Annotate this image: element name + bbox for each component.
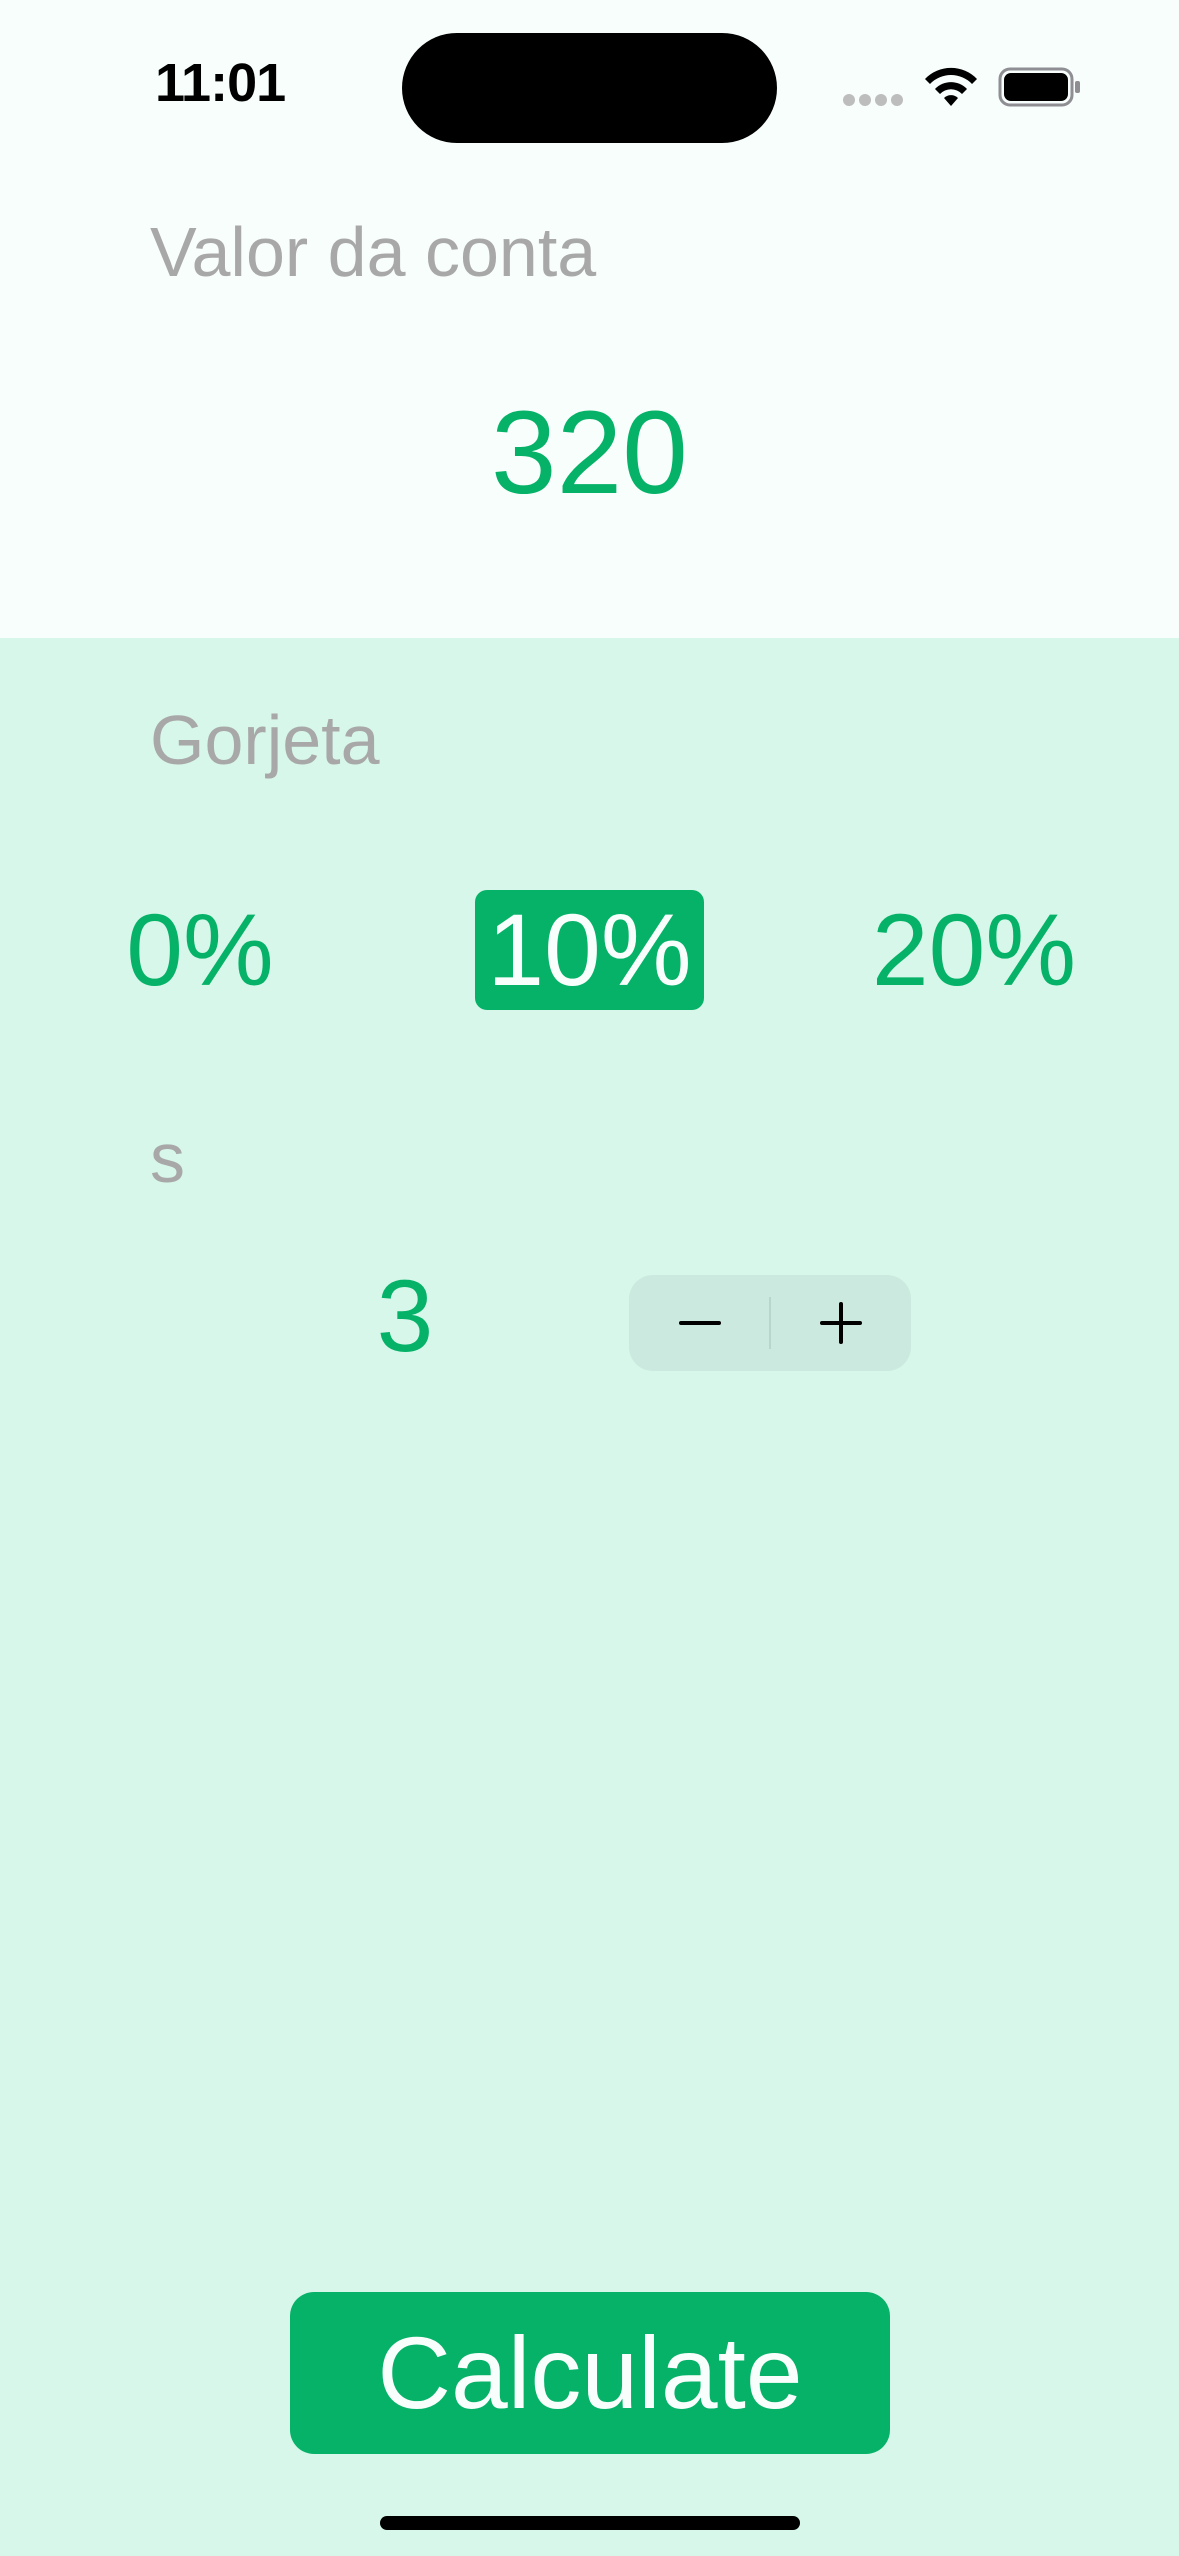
plus-icon — [820, 1302, 862, 1344]
status-bar-time: 11:01 — [155, 53, 286, 113]
calculate-button[interactable]: Calculate — [290, 2292, 890, 2454]
dynamic-island — [402, 33, 777, 143]
increment-button[interactable] — [770, 1275, 911, 1371]
battery-icon — [998, 67, 1080, 107]
split-count-value: 3 — [376, 1259, 434, 1373]
wifi-icon — [925, 67, 977, 106]
split-label: s — [150, 1119, 185, 1197]
tip-option-0-percent[interactable]: 0% — [120, 890, 280, 1010]
tip-option-20-percent[interactable]: 20% — [864, 890, 1084, 1010]
bill-amount-label: Valor da conta — [150, 213, 597, 291]
split-count-stepper — [629, 1275, 911, 1371]
home-indicator — [380, 2516, 800, 2530]
tip-option-10-percent[interactable]: 10% — [475, 890, 704, 1010]
decrement-button[interactable] — [629, 1275, 770, 1371]
bill-amount-input[interactable]: 320 — [0, 385, 1179, 521]
cellular-signal-icon — [843, 94, 905, 108]
minus-icon — [679, 1321, 721, 1325]
tip-label: Gorjeta — [150, 701, 380, 779]
